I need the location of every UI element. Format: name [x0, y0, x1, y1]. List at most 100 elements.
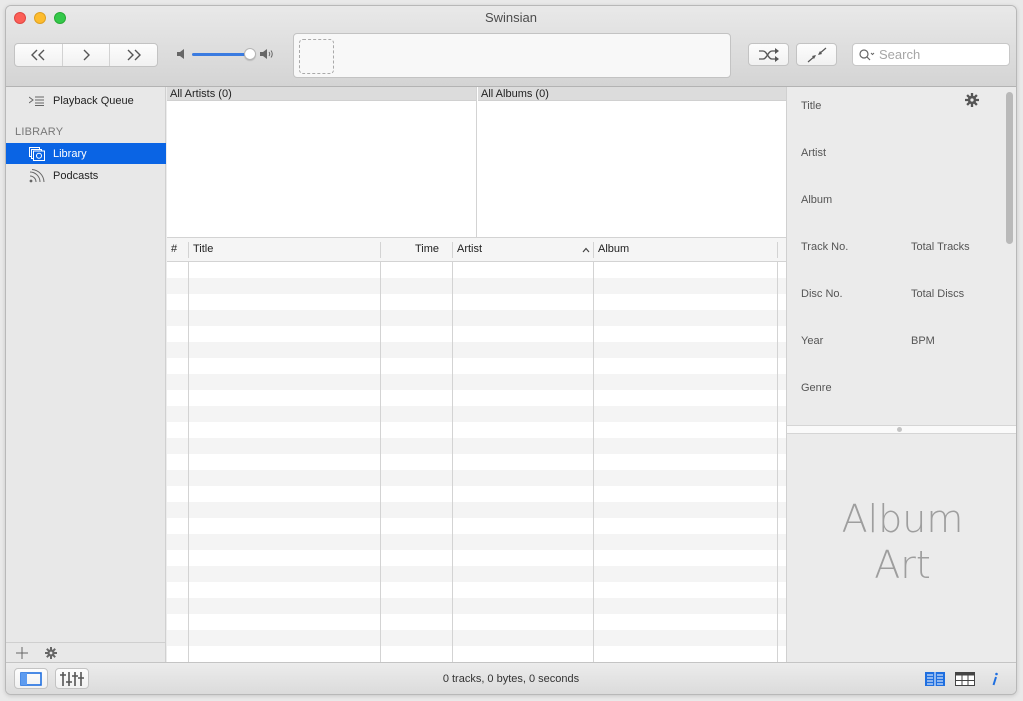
podcast-icon	[27, 168, 47, 184]
column-header-title[interactable]: Title	[189, 238, 213, 261]
field-label-disc-no: Disc No.	[801, 288, 843, 300]
search-input[interactable]	[879, 47, 989, 62]
library-icon	[27, 146, 47, 162]
empty-row	[167, 390, 786, 406]
empty-row	[167, 566, 786, 582]
empty-row	[167, 310, 786, 326]
toolbar: Swinsian	[6, 6, 1016, 87]
column-divider	[188, 262, 189, 662]
volume-slider-knob[interactable]	[244, 48, 256, 60]
play-icon	[83, 49, 90, 61]
empty-row	[167, 470, 786, 486]
volume-high-icon	[260, 49, 273, 59]
now-playing-display	[293, 33, 731, 78]
empty-row	[167, 646, 786, 662]
inspector-split-handle[interactable]	[786, 425, 1016, 434]
window-title: Swinsian	[484, 10, 538, 25]
album-art-placeholder-line1: Album	[841, 497, 964, 541]
browser-panes: All Artists (0) All Albums (0)	[167, 87, 786, 238]
field-label-title: Title	[801, 100, 822, 112]
view-mode-group	[920, 668, 1010, 689]
empty-row	[167, 534, 786, 550]
column-divider	[777, 262, 778, 662]
empty-row	[167, 486, 786, 502]
field-label-artist: Artist	[801, 147, 827, 159]
field-label-total-tracks: Total Tracks	[911, 241, 970, 253]
plus-icon	[16, 646, 28, 659]
mini-player-button[interactable]	[796, 43, 837, 66]
inspector-scrollbar[interactable]	[1006, 92, 1013, 244]
empty-row	[167, 454, 786, 470]
empty-row	[167, 614, 786, 630]
shuffle-button[interactable]	[748, 43, 789, 66]
column-separator[interactable]	[777, 242, 778, 258]
track-list-header: # Title Time Artist Album	[167, 238, 786, 262]
shuffle-icon	[758, 47, 779, 62]
field-label-bpm: BPM	[911, 335, 935, 347]
empty-row	[167, 358, 786, 374]
sidebar-item-label: Playback Queue	[53, 94, 134, 107]
empty-row	[167, 518, 786, 534]
gear-icon	[965, 93, 979, 107]
empty-row	[167, 582, 786, 598]
volume-low-icon	[177, 49, 184, 59]
app-window: Swinsian Search Playback Queue LIBRARY L…	[5, 5, 1017, 695]
empty-row	[167, 342, 786, 358]
add-playlist-button[interactable]	[15, 646, 29, 659]
list-view-button[interactable]	[920, 668, 950, 689]
column-list-icon	[925, 671, 945, 686]
status-bar: 0 tracks, 0 bytes, 0 seconds	[6, 662, 1016, 694]
sidebar-item-label: Podcasts	[53, 169, 99, 182]
albums-pane-header[interactable]: All Albums (0)	[478, 87, 786, 101]
grid-icon	[955, 671, 975, 686]
gear-icon	[45, 646, 57, 659]
next-button[interactable]	[110, 44, 157, 66]
column-header-time[interactable]: Time	[381, 238, 439, 261]
column-header-number[interactable]: #	[171, 238, 177, 261]
field-label-year: Year	[801, 335, 824, 347]
grid-view-button[interactable]	[950, 668, 980, 689]
now-playing-artwork-placeholder	[299, 39, 334, 74]
artists-pane-header[interactable]: All Artists (0)	[167, 87, 476, 101]
search-field[interactable]	[852, 43, 1010, 66]
sidebar-footer	[6, 642, 166, 662]
field-label-track-no: Track No.	[801, 241, 849, 253]
sidebar-item-playback-queue[interactable]: Playback Queue	[6, 90, 166, 111]
volume-slider[interactable]	[192, 53, 250, 56]
sidebar-item-library[interactable]: Library	[6, 143, 166, 164]
search-icon	[859, 48, 875, 60]
inspector-settings-button[interactable]	[965, 93, 979, 110]
info-button[interactable]	[980, 668, 1010, 689]
empty-row	[167, 326, 786, 342]
column-header-artist[interactable]: Artist	[453, 238, 482, 261]
column-divider	[380, 262, 381, 662]
sidebar-item-label: Library	[53, 147, 87, 160]
track-list[interactable]: # Title Time Artist Album	[167, 238, 786, 662]
transport-controls	[14, 43, 158, 67]
sidebar-item-podcasts[interactable]: Podcasts	[6, 165, 166, 186]
column-header-album[interactable]: Album	[594, 238, 629, 261]
previous-button[interactable]	[15, 44, 63, 66]
empty-row	[167, 550, 786, 566]
albums-pane[interactable]: All Albums (0)	[478, 87, 786, 237]
library-status: 0 tracks, 0 bytes, 0 seconds	[442, 673, 580, 685]
sort-ascending-icon	[582, 247, 590, 253]
column-divider	[593, 262, 594, 662]
album-art-well[interactable]: Album Art	[786, 434, 1016, 662]
empty-row	[167, 262, 786, 278]
playback-queue-icon	[27, 93, 47, 109]
info-icon	[992, 672, 998, 685]
play-button[interactable]	[63, 44, 111, 66]
empty-row	[167, 502, 786, 518]
collapse-arrows-icon	[807, 47, 826, 62]
empty-row	[167, 278, 786, 294]
sidebar-settings-button[interactable]	[44, 646, 58, 659]
artists-pane[interactable]: All Artists (0)	[167, 87, 477, 237]
empty-row	[167, 294, 786, 310]
empty-row	[167, 406, 786, 422]
sidebar: Playback Queue LIBRARY Library Podcasts	[6, 87, 166, 662]
field-label-album: Album	[801, 194, 833, 206]
empty-row	[167, 374, 786, 390]
sidebar-section-library: LIBRARY	[15, 126, 64, 138]
column-divider	[452, 262, 453, 662]
